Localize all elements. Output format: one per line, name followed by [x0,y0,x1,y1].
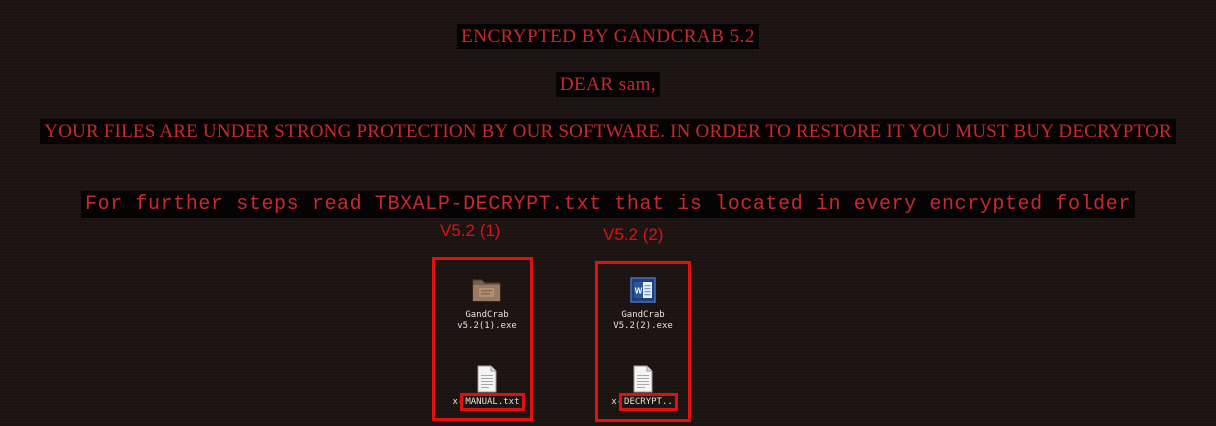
word-doc-icon: W [630,277,656,303]
ransom-greeting: DEAR sam, [0,72,1216,97]
file-name-line2: V5.2(2).exe [613,321,673,331]
text-file-icon [633,365,653,393]
file-name-line2: v5.2(1).exe [457,321,517,331]
desktop-file-decrypt-txt[interactable]: x- DECRYPT.. [593,365,693,411]
panel-caption-v52-1: V5.2 (1) [440,221,501,240]
ransom-instructions-text: For further steps read TBXALP-DECRYPT.tx… [81,191,1135,218]
file-label: x- MANUAL.txt [452,393,525,411]
ransom-greeting-text: DEAR sam, [555,72,661,97]
ransom-title-text: ENCRYPTED BY GANDCRAB 5.2 [457,24,759,49]
desktop-file-gandcrab-v52-1-exe[interactable]: GandCrab v5.2(1).exe [437,274,537,332]
folder-exe-icon [472,279,501,302]
file-prefix: x- [611,397,623,407]
ransom-message: YOUR FILES ARE UNDER STRONG PROTECTION B… [0,119,1216,144]
file-name-highlighted: MANUAL.txt [460,393,525,411]
file-name-line1: GandCrab [465,310,509,320]
desktop-file-gandcrab-v52-2-exe[interactable]: W GandCrab V5.2(2).exe [593,276,693,332]
ransom-instructions: For further steps read TBXALP-DECRYPT.tx… [0,191,1216,218]
file-name-line1: GandCrab [621,310,665,320]
panel-caption-v52-2: V5.2 (2) [603,225,664,244]
text-file-icon [477,365,497,393]
file-name-highlighted: DECRYPT.. [619,393,678,411]
svg-text:W: W [635,287,643,296]
file-label: x- DECRYPT.. [611,393,678,411]
file-prefix: x- [452,397,464,407]
ransom-title: ENCRYPTED BY GANDCRAB 5.2 [0,24,1216,49]
desktop-file-manual-txt[interactable]: x- MANUAL.txt [437,365,537,411]
ransom-message-text: YOUR FILES ARE UNDER STRONG PROTECTION B… [40,119,1176,144]
